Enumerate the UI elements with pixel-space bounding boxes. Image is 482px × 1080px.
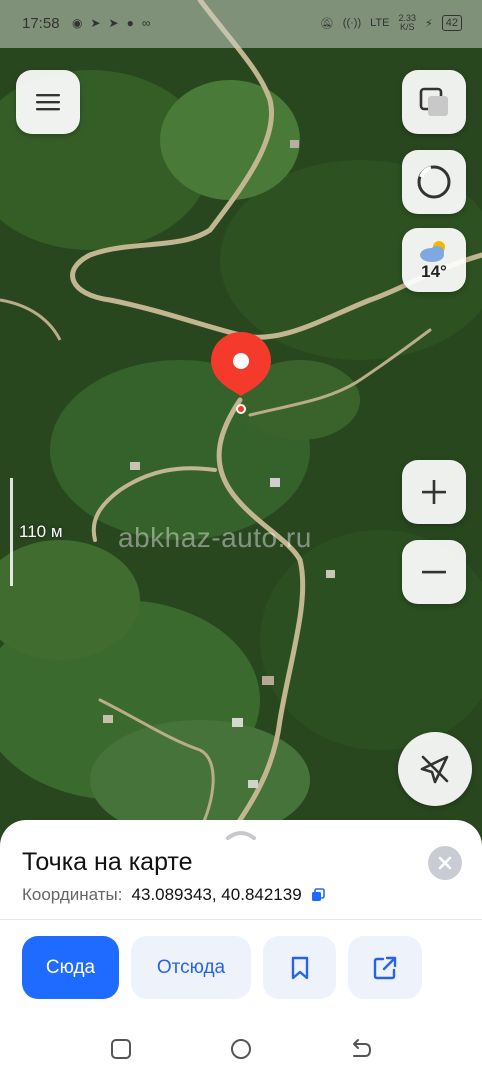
telegram-icon: ➤ [108,16,119,30]
scale-label: 110 м [19,522,63,541]
back-arrow-icon [353,1039,372,1057]
location-pin-icon[interactable] [208,330,274,416]
status-bar: 17:58 ◉ ➤ ➤ ● ∞ 🔕︎ ((·)) LTE 2.33 K/S ⚡ … [0,0,482,48]
routes-button[interactable] [402,150,466,214]
whatsapp-icon: ◉ [72,16,83,30]
divider [0,919,482,920]
signal-label: LTE [370,17,390,29]
coordinates-row: Координаты: 43.089343, 40.842139 [22,885,325,905]
status-time: 17:58 [22,15,60,32]
weather-temperature: 14° [421,262,447,281]
satellite-map[interactable]: 17:58 ◉ ➤ ➤ ● ∞ 🔕︎ ((·)) LTE 2.33 K/S ⚡ … [0,0,482,860]
share-icon [373,956,397,979]
sheet-handle-icon[interactable] [225,828,257,840]
back-button[interactable] [348,1036,374,1062]
notification-icons: ◉ ➤ ➤ ● ∞ [72,16,150,30]
route-circle-icon [417,165,451,199]
scale-bar [10,478,13,586]
mute-icon: 🔕︎ [319,17,334,30]
hotspot-icon: ((·)) [342,17,362,29]
battery-indicator: 42 [441,15,462,31]
route-from-button[interactable]: Отсюда [131,936,251,999]
recent-apps-button[interactable] [108,1036,134,1062]
hamburger-icon [36,94,60,111]
square-icon [111,1039,131,1059]
layers-button[interactable] [402,70,466,134]
coordinates-value[interactable]: 43.089343, 40.842139 [132,885,302,905]
plus-icon [422,480,446,504]
menu-button[interactable] [16,70,80,134]
system-icons: 🔕︎ ((·)) LTE 2.33 K/S ⚡ 42 [320,14,462,32]
coordinates-label: Координаты: [22,885,123,904]
copy-icon[interactable] [311,888,325,902]
network-speed: 2.33 K/S [398,14,416,32]
telegram-icon: ➤ [90,16,101,30]
home-button[interactable] [228,1036,254,1062]
infinity-icon: ∞ [141,16,151,30]
zoom-in-button[interactable] [402,460,466,524]
share-button[interactable] [348,936,422,999]
zoom-out-button[interactable] [402,540,466,604]
weather-button[interactable]: 14° [402,228,466,292]
close-button[interactable] [428,846,462,880]
network-speed-unit: K/S [399,22,415,32]
place-title: Точка на карте [22,848,193,876]
close-icon [438,856,452,870]
notification-icon: ● [126,16,134,30]
bookmark-button[interactable] [263,936,336,999]
location-arrow-crossed-icon [420,755,449,784]
watermark: abkhaz-auto.ru [118,522,312,553]
location-button[interactable] [398,732,472,806]
minus-icon [422,570,446,574]
bookmark-icon [291,956,308,979]
charging-icon: ⚡ [425,17,433,30]
circle-icon [231,1039,251,1059]
layers-icon [419,87,448,116]
partly-cloudy-icon [420,241,445,262]
route-here-button[interactable]: Сюда [22,936,119,999]
system-navigation-bar [0,1018,482,1080]
